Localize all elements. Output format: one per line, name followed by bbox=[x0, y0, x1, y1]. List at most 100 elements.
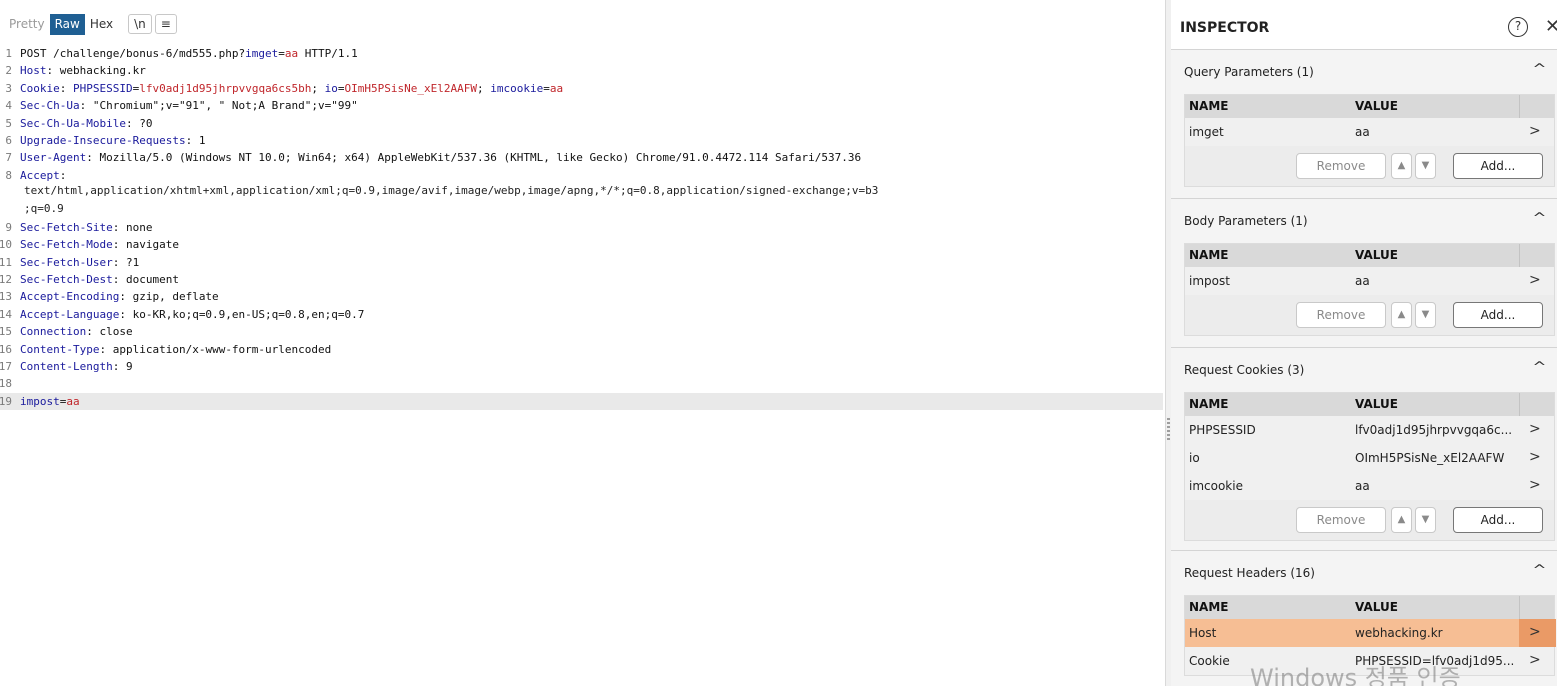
header-divider bbox=[1519, 244, 1520, 267]
line-number: 8 bbox=[5, 168, 12, 182]
row-value: lfv0adj1d95jhrpvvgqa6c... bbox=[1355, 423, 1513, 437]
request-line[interactable]: 12 Sec-Fetch-Dest: document bbox=[0, 271, 1165, 288]
line-content: Content-Type: application/x-www-form-url… bbox=[20, 343, 331, 356]
collapse-chevron-icon[interactable]: ^ bbox=[1532, 62, 1546, 77]
param-value: aa bbox=[549, 81, 564, 95]
header-divider bbox=[1519, 95, 1520, 118]
move-down-icon[interactable]: ▼ bbox=[1415, 153, 1436, 179]
table-row[interactable]: imcookie aa > bbox=[1185, 472, 1554, 500]
request-line[interactable]: 14 Accept-Language: ko-KR,ko;q=0.9,en-US;… bbox=[0, 306, 1165, 323]
section-header[interactable]: Query Parameters (1) ^ bbox=[1171, 50, 1557, 94]
header-name: Sec-Ch-Ua bbox=[20, 99, 80, 113]
chevron-right-icon[interactable]: > bbox=[1529, 449, 1541, 465]
line-number: 1 bbox=[5, 47, 12, 60]
request-line[interactable]: 5 Sec-Ch-Ua-Mobile: ?0 bbox=[0, 115, 1165, 132]
inspector-header: INSPECTOR ? ✕ bbox=[1171, 0, 1557, 50]
section-header[interactable]: Request Cookies (3) ^ bbox=[1171, 348, 1557, 392]
chevron-right-icon[interactable]: > bbox=[1529, 477, 1541, 493]
raw-tab[interactable]: Raw bbox=[49, 13, 85, 35]
chevron-right-icon[interactable]: > bbox=[1529, 624, 1541, 640]
request-line[interactable]: 17 Content-Length: 9 bbox=[0, 358, 1165, 375]
add-button[interactable]: Add... bbox=[1453, 302, 1543, 328]
chevron-right-icon[interactable]: > bbox=[1529, 123, 1541, 139]
remove-button[interactable]: Remove bbox=[1296, 507, 1386, 533]
line-number: 12 bbox=[0, 273, 12, 287]
move-down-icon[interactable]: ▼ bbox=[1415, 302, 1436, 328]
splitter-grip-icon[interactable] bbox=[1167, 418, 1170, 440]
row-value: OImH5PSisNe_xEl2AAFW bbox=[1355, 451, 1505, 465]
header-name: Accept-Language bbox=[20, 307, 120, 321]
line-content: POST /challenge/bonus-6/md555.php?imget=… bbox=[20, 47, 358, 60]
move-up-icon[interactable]: ▲ bbox=[1391, 507, 1412, 533]
request-line[interactable]: 4 Sec-Ch-Ua: "Chromium";v="91", " Not;A B… bbox=[0, 97, 1165, 114]
request-line[interactable]: 8 Accept: bbox=[0, 167, 1165, 184]
row-value: webhacking.kr bbox=[1355, 626, 1443, 640]
hex-tab[interactable]: Hex bbox=[85, 14, 118, 35]
request-text[interactable]: 1 POST /challenge/bonus-6/md555.php?imget… bbox=[0, 45, 1165, 411]
column-header-name: NAME bbox=[1189, 600, 1229, 614]
request-line[interactable]: 19 impost=aa bbox=[0, 392, 1163, 411]
line-number: 17 bbox=[0, 360, 12, 374]
request-line[interactable]: 2 Host: webhacking.kr bbox=[0, 62, 1165, 79]
add-button[interactable]: Add... bbox=[1453, 153, 1543, 179]
help-icon[interactable]: ? bbox=[1508, 17, 1528, 37]
request-line[interactable]: 1 POST /challenge/bonus-6/md555.php?imget… bbox=[0, 45, 1165, 62]
chevron-right-icon[interactable]: > bbox=[1529, 272, 1541, 288]
table-row[interactable]: Host webhacking.kr > bbox=[1185, 619, 1556, 647]
move-down-icon[interactable]: ▼ bbox=[1415, 507, 1436, 533]
line-content: User-Agent: Mozilla/5.0 (Windows NT 10.0… bbox=[20, 151, 861, 164]
request-line[interactable]: 15 Connection: close bbox=[0, 323, 1165, 340]
table-row[interactable]: impost aa > bbox=[1185, 267, 1554, 295]
table-actions: Remove ▲ ▼ Add... bbox=[1185, 146, 1554, 186]
collapse-chevron-icon[interactable]: ^ bbox=[1532, 563, 1546, 578]
request-line[interactable]: 13 Accept-Encoding: gzip, deflate bbox=[0, 288, 1165, 305]
add-button[interactable]: Add... bbox=[1453, 507, 1543, 533]
text-token: : ?1 bbox=[112, 255, 140, 269]
row-name: Host bbox=[1189, 626, 1217, 640]
table-row[interactable]: io OImH5PSisNe_xEl2AAFW > bbox=[1185, 444, 1554, 472]
column-header-value: VALUE bbox=[1355, 248, 1398, 262]
text-token: : navigate bbox=[112, 238, 179, 252]
show-newlines-toggle[interactable]: \n bbox=[128, 14, 152, 34]
table-header: NAME VALUE bbox=[1185, 596, 1554, 619]
menu-icon[interactable]: ≡ bbox=[154, 14, 177, 34]
collapse-chevron-icon[interactable]: ^ bbox=[1532, 360, 1546, 375]
request-line[interactable]: 16 Content-Type: application/x-www-form-u… bbox=[0, 341, 1165, 358]
chevron-right-icon[interactable]: > bbox=[1529, 421, 1541, 437]
request-line[interactable]: 11 Sec-Fetch-User: ?1 bbox=[0, 254, 1165, 271]
table-actions: Remove ▲ ▼ Add... bbox=[1185, 500, 1554, 540]
pretty-tab[interactable]: Pretty bbox=[4, 14, 50, 35]
section-title: Query Parameters (1) bbox=[1184, 65, 1314, 79]
collapse-chevron-icon[interactable]: ^ bbox=[1532, 211, 1546, 226]
remove-button[interactable]: Remove bbox=[1296, 153, 1386, 179]
line-number: 3 bbox=[5, 81, 12, 95]
request-line[interactable]: 7 User-Agent: Mozilla/5.0 (Windows NT 10.… bbox=[0, 149, 1165, 166]
request-line[interactable]: 9 Sec-Fetch-Site: none bbox=[0, 219, 1165, 236]
request-editor[interactable]: Pretty Raw Hex \n ≡ 1 POST /challenge/bon… bbox=[0, 0, 1165, 686]
line-content: Upgrade-Insecure-Requests: 1 bbox=[20, 134, 205, 147]
move-up-icon[interactable]: ▲ bbox=[1391, 153, 1412, 179]
remove-button[interactable]: Remove bbox=[1296, 302, 1386, 328]
chevron-right-icon[interactable]: > bbox=[1529, 652, 1541, 668]
request-line[interactable]: 3 Cookie: PHPSESSID = lfv0adj1d95jhrpvvgqa6… bbox=[0, 80, 1165, 97]
row-value: aa bbox=[1355, 274, 1370, 288]
request-line[interactable]: 18 bbox=[0, 375, 1165, 392]
line-number: 16 bbox=[0, 342, 12, 356]
section-header[interactable]: Request Headers (16) ^ bbox=[1171, 551, 1557, 595]
request-line[interactable]: 10 Sec-Fetch-Mode: navigate bbox=[0, 236, 1165, 253]
line-number: 14 bbox=[0, 307, 12, 321]
move-up-icon[interactable]: ▲ bbox=[1391, 302, 1412, 328]
line-content: impost=aa bbox=[20, 395, 80, 408]
line-content: Accept: bbox=[20, 169, 66, 182]
section-header[interactable]: Body Parameters (1) ^ bbox=[1171, 199, 1557, 243]
table-row[interactable]: PHPSESSID lfv0adj1d95jhrpvvgqa6c... > bbox=[1185, 416, 1554, 444]
header-name: impost bbox=[20, 394, 60, 408]
line-content: Connection: close bbox=[20, 325, 133, 338]
line-number: 13 bbox=[0, 290, 12, 304]
parameter-table: NAME VALUE imget aa > Remove ▲ ▼ Add... bbox=[1184, 94, 1555, 187]
inspector-title: INSPECTOR bbox=[1180, 20, 1270, 36]
line-number: 10 bbox=[0, 238, 12, 252]
request-line[interactable]: 6 Upgrade-Insecure-Requests: 1 bbox=[0, 132, 1165, 149]
close-icon[interactable]: ✕ bbox=[1545, 16, 1557, 37]
table-row[interactable]: imget aa > bbox=[1185, 118, 1554, 146]
